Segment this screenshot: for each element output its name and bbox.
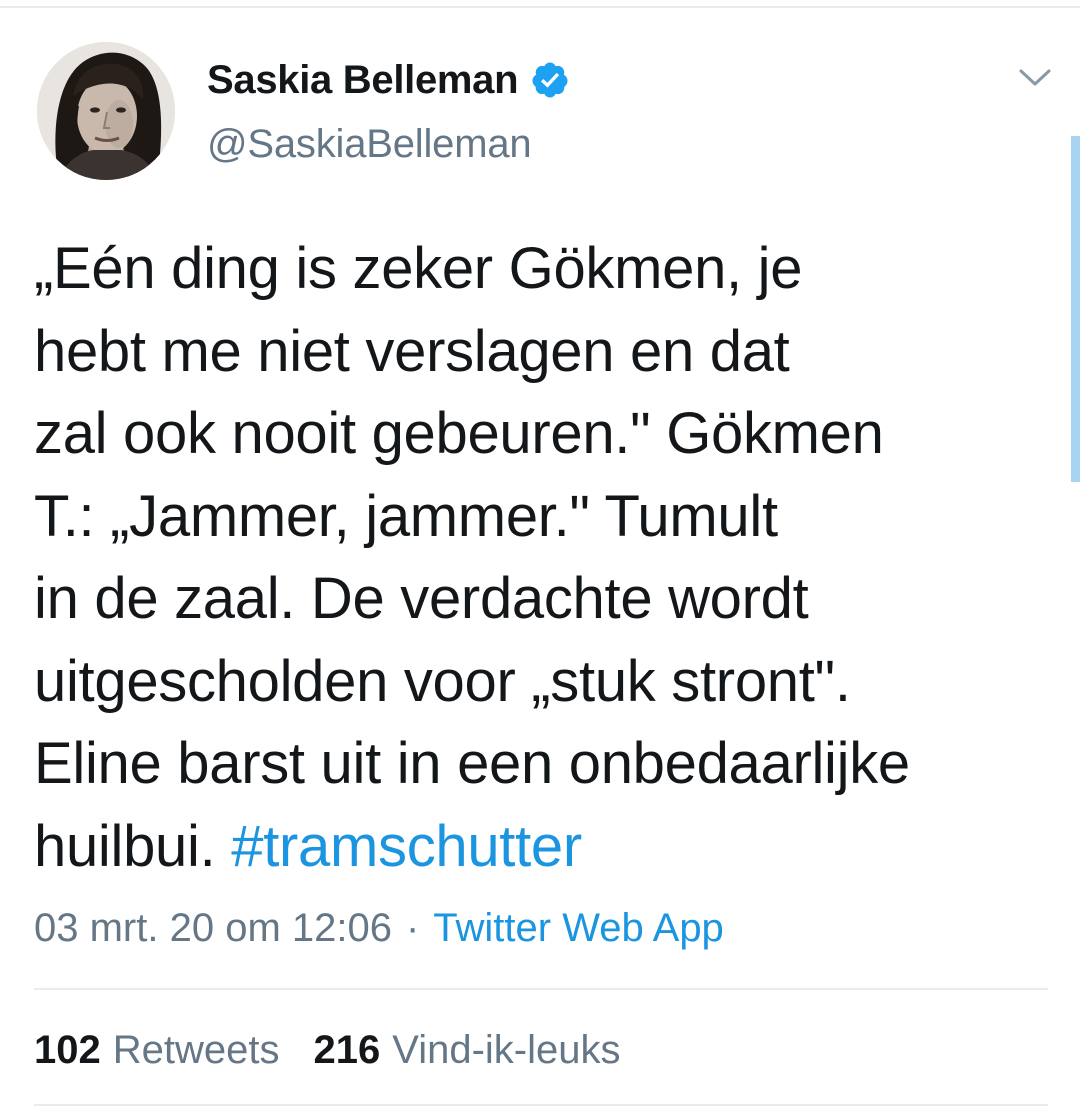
divider [34,988,1048,990]
author-handle[interactable]: @SaskiaBelleman [207,122,532,167]
tweet-text: „Eén ding is zeker Gökmen, je hebt me ni… [34,228,1044,888]
display-name[interactable]: Saskia Belleman [207,58,519,103]
tweet-meta: 03 mrt. 20 om 12:06 · Twitter Web App [34,902,724,954]
tweet-line: uitgescholden voor „stuk stront". [34,648,851,714]
tweet-line: „Eén ding is zeker Gökmen, je [34,236,803,301]
likes-stat[interactable]: 216 Vind-ik-leuks [314,1028,621,1073]
tweet-line: T.: „Jammer, jammer." Tumult [34,483,778,549]
top-divider [0,6,1080,8]
scrollbar[interactable] [1071,136,1080,482]
meta-separator: · [405,905,420,950]
divider [34,1104,1048,1106]
more-options-button[interactable] [1014,62,1056,98]
likes-count: 216 [313,1027,381,1072]
tweet-line: zal ook nooit gebeuren." Gökmen [34,401,884,466]
avatar-photo [37,42,175,180]
retweets-stat[interactable]: 102 Retweets [34,1028,280,1073]
tweet-line: Eline barst uit in een onbedaarlijke [34,731,910,796]
hashtag-link[interactable]: #tramschutter [231,814,582,879]
tweet-line-last: huilbui. #tramschutter [34,806,1044,889]
tweet-line-text: huilbui. [34,813,216,879]
verified-badge-icon [530,60,570,100]
timestamp[interactable]: 03 mrt. 20 om 12:06 [34,906,392,951]
chevron-down-icon [1018,68,1052,93]
retweets-count: 102 [34,1027,101,1072]
tweet-line: in de zaal. De verdachte wordt [34,566,809,631]
likes-label: Vind-ik-leuks [392,1027,621,1072]
tweet-stats: 102 Retweets 216 Vind-ik-leuks [34,1024,621,1076]
avatar[interactable] [37,42,175,180]
tweet-line: hebt me niet verslagen en dat [34,318,790,384]
source-link[interactable]: Twitter Web App [433,906,724,951]
retweets-label: Retweets [112,1027,280,1072]
author-name-row: Saskia Belleman [207,54,570,106]
